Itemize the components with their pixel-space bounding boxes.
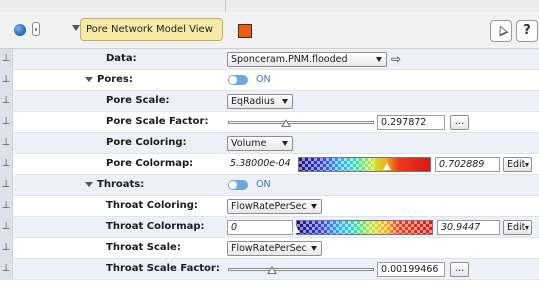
lock-icon[interactable] — [32, 22, 40, 36]
throats-section-label: Throats: — [97, 179, 145, 190]
chevron-down-icon — [282, 99, 288, 104]
pore-scale-factor-label: Pore Scale Factor: — [106, 116, 209, 127]
pin-icon[interactable]: ⊥ — [0, 259, 13, 279]
section-collapse-icon[interactable] — [85, 182, 93, 187]
pore-coloring-dropdown[interactable]: Volume — [227, 136, 293, 151]
throat-scale-factor-more-button[interactable]: ... — [450, 262, 469, 277]
chevron-down-icon — [525, 226, 529, 230]
property-row-throat-colormap: ⊥ Throat Colormap: 0 30.9447 Edit — [0, 217, 539, 238]
help-button[interactable]: ? — [516, 20, 538, 42]
top-strip-divider — [225, 0, 226, 12]
pin-icon[interactable]: ⊥ — [0, 175, 13, 195]
pore-colormap-handle[interactable] — [383, 163, 391, 170]
throat-colormap-max[interactable]: 30.9447 — [437, 220, 500, 235]
pore-colormap-max[interactable]: 0.702889 — [435, 157, 500, 172]
chevron-down-icon — [311, 204, 317, 209]
pointer-cursor-icon — [495, 23, 509, 37]
throat-colormap-edit-label: Edit — [507, 222, 526, 233]
throat-scale-factor-slider[interactable] — [228, 268, 374, 271]
pin-icon[interactable]: ⊥ — [0, 238, 13, 258]
module-name-label[interactable]: Pore Network Model View — [80, 18, 223, 41]
property-row-throat-scale: ⊥ Throat Scale: FlowRatePerSec — [0, 238, 539, 259]
pore-coloring-label: Pore Coloring: — [106, 137, 187, 148]
go-to-data-icon[interactable]: ⇨ — [391, 52, 401, 66]
pore-colormap-label: Pore Colormap: — [106, 158, 194, 169]
globe-icon[interactable] — [14, 24, 26, 36]
pore-scale-factor-more-button[interactable]: ... — [450, 115, 469, 130]
pin-icon[interactable]: ⊥ — [0, 112, 13, 132]
throat-scale-factor-slider-thumb[interactable] — [266, 266, 277, 274]
pores-section-label: Pores: — [97, 74, 133, 85]
pore-colormap-bar[interactable] — [298, 157, 431, 172]
module-header: Pore Network Model View ? — [0, 12, 539, 49]
property-row-pore-colormap: ⊥ Pore Colormap: 5.38000e-04 0.702889 Ed… — [0, 154, 539, 175]
throat-coloring-dropdown[interactable]: FlowRatePerSec — [227, 199, 322, 214]
property-list: ⊥ Data: Sponceram.PNM.flooded ⇨ ⊥ Pores:… — [0, 49, 539, 280]
chevron-down-icon — [282, 141, 288, 146]
chevron-down-icon — [311, 246, 317, 251]
pore-scale-factor-slider[interactable] — [228, 121, 374, 124]
chevron-down-icon — [525, 163, 529, 167]
section-row-pores: ⊥ Pores: ON — [0, 70, 539, 91]
property-row-throat-coloring: ⊥ Throat Coloring: FlowRatePerSec — [0, 196, 539, 217]
section-collapse-icon[interactable] — [85, 77, 93, 82]
throat-scale-factor-label: Throat Scale Factor: — [106, 263, 220, 274]
pores-toggle-label: ON — [256, 74, 271, 85]
throat-coloring-value: FlowRatePerSec — [231, 201, 307, 212]
property-row-pore-coloring: ⊥ Pore Coloring: Volume — [0, 133, 539, 154]
pin-icon[interactable]: ⊥ — [0, 196, 13, 216]
pointer-cursor-button[interactable] — [490, 20, 512, 42]
throat-colormap-bar[interactable] — [296, 220, 433, 235]
property-row-pore-scale-factor: ⊥ Pore Scale Factor: 0.297872 ... — [0, 112, 539, 133]
pin-icon[interactable]: ⊥ — [0, 70, 13, 90]
throat-colormap-min[interactable]: 0 — [227, 220, 293, 235]
module-color-swatch[interactable] — [238, 24, 252, 38]
pore-colormap-edit-label: Edit — [507, 159, 526, 170]
collapse-arrow-icon[interactable] — [72, 25, 80, 31]
pore-coloring-value: Volume — [231, 138, 267, 149]
throat-scale-label: Throat Scale: — [106, 242, 181, 253]
pin-icon[interactable]: ⊥ — [0, 49, 13, 69]
property-row-pore-scale: ⊥ Pore Scale: EqRadius — [0, 91, 539, 112]
colormap-alpha-checker — [297, 221, 432, 234]
throats-toggle-label: ON — [256, 179, 271, 190]
pore-scale-factor-slider-thumb[interactable] — [281, 119, 292, 127]
data-dropdown[interactable]: Sponceram.PNM.flooded — [227, 52, 387, 67]
throat-scale-dropdown[interactable]: FlowRatePerSec — [227, 241, 322, 256]
chevron-down-icon — [376, 57, 382, 62]
pore-scale-factor-input[interactable]: 0.297872 — [377, 115, 445, 130]
colormap-alpha-checker — [299, 158, 375, 171]
throats-toggle[interactable] — [228, 180, 248, 190]
pore-colormap-edit-button[interactable]: Edit — [503, 157, 532, 172]
throat-colormap-edit-button[interactable]: Edit — [503, 220, 532, 235]
pore-scale-label: Pore Scale: — [106, 95, 170, 106]
throat-scale-value: FlowRatePerSec — [231, 243, 307, 254]
section-row-throats: ⊥ Throats: ON — [0, 175, 539, 196]
pores-toggle[interactable] — [228, 75, 248, 85]
throat-coloring-label: Throat Coloring: — [106, 200, 198, 211]
pin-icon[interactable]: ⊥ — [0, 91, 13, 111]
pin-icon[interactable]: ⊥ — [0, 217, 13, 237]
pore-scale-value: EqRadius — [231, 96, 275, 107]
pin-icon[interactable]: ⊥ — [0, 133, 13, 153]
pore-scale-dropdown[interactable]: EqRadius — [227, 94, 293, 109]
pin-icon[interactable]: ⊥ — [0, 154, 13, 174]
throat-scale-factor-input[interactable]: 0.00199466 — [377, 262, 445, 277]
throat-colormap-label: Throat Colormap: — [106, 221, 205, 232]
data-dropdown-value: Sponceram.PNM.flooded — [231, 54, 348, 65]
property-row-data: ⊥ Data: Sponceram.PNM.flooded ⇨ — [0, 49, 539, 70]
property-row-throat-scale-factor: ⊥ Throat Scale Factor: 0.00199466 ... — [0, 259, 539, 280]
throat-colormap-handle[interactable] — [292, 226, 300, 233]
data-label: Data: — [106, 53, 137, 64]
pore-colormap-min[interactable]: 5.38000e-04 — [227, 157, 297, 172]
